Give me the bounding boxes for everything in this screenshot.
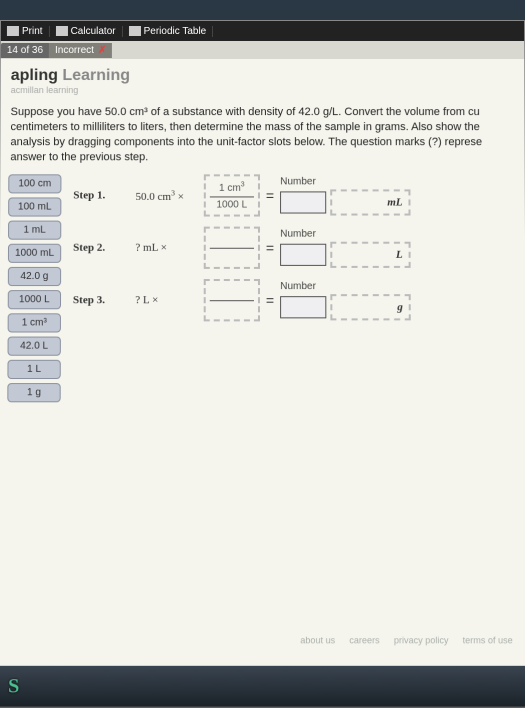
unit-factor-slot[interactable] bbox=[204, 279, 260, 321]
chip[interactable]: 100 mL bbox=[8, 198, 61, 217]
frac-bot: 1000 L bbox=[216, 199, 247, 210]
equals: = bbox=[266, 188, 274, 204]
answer-group: Number L bbox=[280, 229, 517, 268]
step-1: Step 1. 50.0 cm3 × 1 cm3 1000 L = Number… bbox=[73, 175, 517, 217]
bottom-bar: S bbox=[0, 666, 525, 707]
step-value: ? mL × bbox=[135, 242, 197, 254]
answer-label: Number bbox=[280, 229, 517, 240]
unit-slot[interactable]: L bbox=[330, 242, 410, 268]
step-label: Step 2. bbox=[73, 242, 129, 254]
chip[interactable]: 100 cm bbox=[8, 175, 61, 194]
brand-light: Learning bbox=[62, 67, 130, 84]
print-label: Print bbox=[22, 25, 43, 36]
step-value: ? L × bbox=[135, 295, 197, 307]
question-text: Suppose you have 50.0 cm³ of a substance… bbox=[0, 95, 524, 171]
step-2: Step 2. ? mL × = Number L bbox=[73, 227, 517, 269]
periodic-table-button[interactable]: Periodic Table bbox=[123, 25, 214, 36]
print-icon bbox=[7, 26, 19, 36]
print-button[interactable]: Print bbox=[1, 25, 50, 36]
fraction-line bbox=[210, 248, 254, 249]
answer-input[interactable] bbox=[280, 296, 326, 318]
top-toolbar: Print Calculator Periodic Table bbox=[1, 21, 524, 41]
unit-slot[interactable]: mL bbox=[330, 189, 410, 215]
unit-factor-slot[interactable]: 1 cm3 1000 L bbox=[204, 175, 260, 217]
calculator-label: Calculator bbox=[71, 25, 116, 36]
brand-sub: acmillan learning bbox=[11, 85, 515, 95]
answer-group: Number g bbox=[280, 281, 517, 320]
logo-icon: S bbox=[8, 675, 19, 699]
tab-bar: 14 of 36 Incorrect ✗ bbox=[1, 41, 524, 59]
privacy-link[interactable]: privacy policy bbox=[394, 635, 449, 645]
equals: = bbox=[266, 240, 274, 256]
step-label: Step 3. bbox=[73, 295, 129, 307]
brand-area: apling Learning acmillan learning bbox=[1, 59, 525, 95]
answer-label: Number bbox=[280, 176, 517, 187]
fraction-line bbox=[210, 196, 254, 197]
frac-top: 1 cm3 bbox=[219, 182, 245, 194]
periodic-icon bbox=[129, 26, 141, 36]
answer-label: Number bbox=[280, 281, 517, 292]
chip[interactable]: 1 g bbox=[7, 383, 60, 402]
chip[interactable]: 1 L bbox=[7, 360, 60, 379]
about-link[interactable]: about us bbox=[300, 635, 335, 645]
question-status: Incorrect ✗ bbox=[49, 42, 112, 57]
equals: = bbox=[266, 293, 274, 309]
status-text: Incorrect bbox=[55, 44, 94, 55]
unit-factor-slot[interactable] bbox=[204, 227, 260, 269]
fraction-line bbox=[210, 300, 254, 301]
chip[interactable]: 1 cm³ bbox=[8, 314, 61, 333]
question-count: 14 of 36 bbox=[1, 42, 49, 57]
answer-input[interactable] bbox=[280, 191, 326, 213]
step-label: Step 1. bbox=[73, 190, 129, 202]
unit-slot[interactable]: g bbox=[330, 294, 410, 320]
footer-links: about us careers privacy policy terms of… bbox=[0, 605, 525, 666]
calculator-button[interactable]: Calculator bbox=[50, 25, 123, 36]
drag-palette: 100 cm 100 mL 1 mL 1000 mL 42.0 g 1000 L… bbox=[7, 175, 61, 403]
periodic-label: Periodic Table bbox=[144, 25, 207, 36]
steps-area: Step 1. 50.0 cm3 × 1 cm3 1000 L = Number… bbox=[73, 175, 518, 403]
calculator-icon bbox=[56, 26, 68, 36]
answer-group: Number mL bbox=[280, 176, 517, 215]
chip[interactable]: 1 mL bbox=[8, 221, 61, 240]
step-value: 50.0 cm3 × bbox=[136, 188, 198, 203]
brand-dark: apling bbox=[11, 67, 58, 84]
incorrect-icon: ✗ bbox=[98, 44, 106, 55]
chip[interactable]: 1000 mL bbox=[8, 244, 61, 263]
chip[interactable]: 1000 L bbox=[8, 290, 61, 309]
answer-input[interactable] bbox=[280, 244, 326, 266]
terms-link[interactable]: terms of use bbox=[463, 635, 513, 645]
chip[interactable]: 42.0 g bbox=[8, 267, 61, 286]
careers-link[interactable]: careers bbox=[349, 635, 379, 645]
workspace: 100 cm 100 mL 1 mL 1000 mL 42.0 g 1000 L… bbox=[0, 171, 525, 413]
step-3: Step 3. ? L × = Number g bbox=[73, 279, 517, 321]
app-screen: Print Calculator Periodic Table 14 of 36… bbox=[0, 20, 525, 708]
chip[interactable]: 42.0 L bbox=[8, 337, 61, 356]
